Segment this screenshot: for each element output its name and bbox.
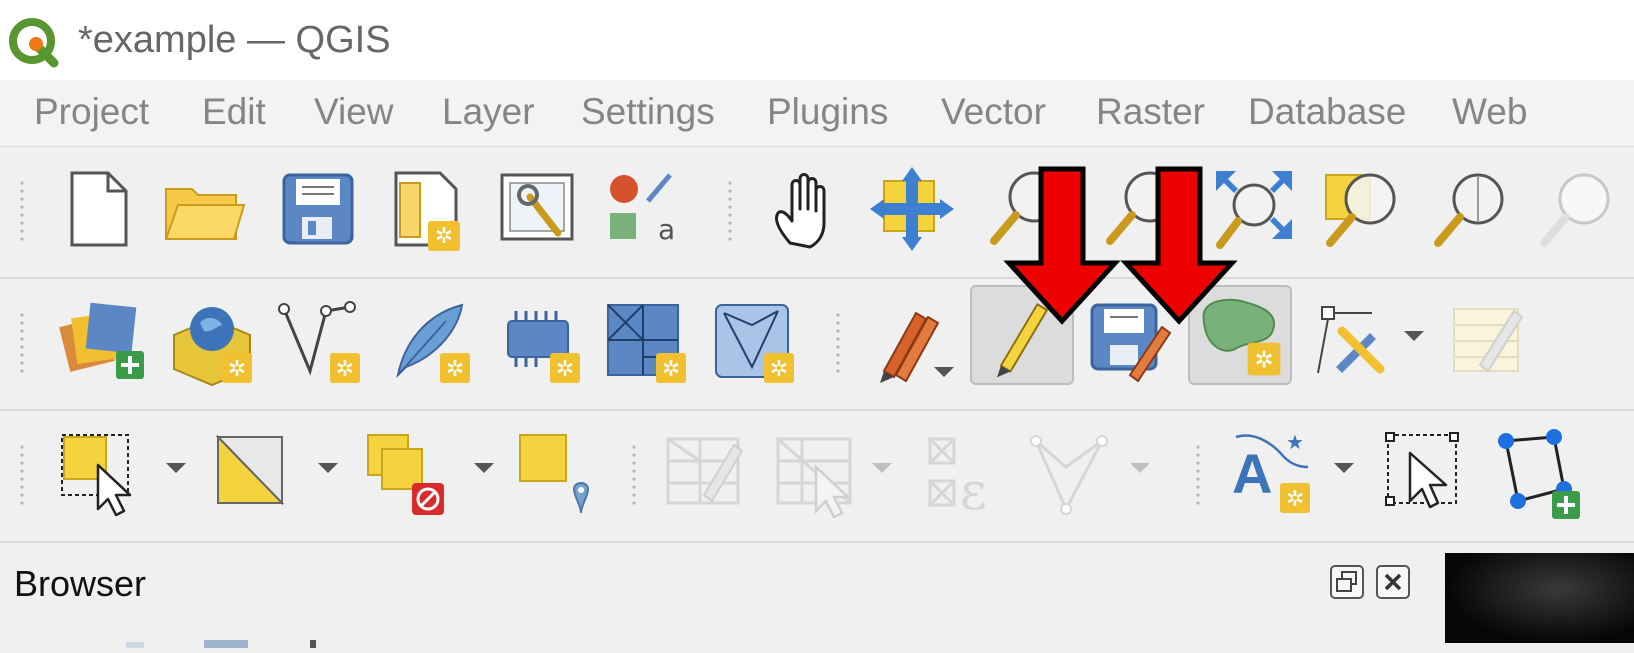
toolbar-grip[interactable] bbox=[18, 311, 26, 375]
new-shapefile-layer-icon[interactable]: ✲ bbox=[274, 295, 366, 387]
vertex-tool-icon[interactable] bbox=[1306, 295, 1398, 387]
svg-text:✲: ✲ bbox=[662, 357, 680, 382]
menu-edit[interactable]: Edit bbox=[202, 88, 266, 136]
qgis-logo-icon bbox=[9, 18, 59, 68]
current-edits-dropdown-caret[interactable] bbox=[934, 367, 954, 377]
menu-plugins[interactable]: Plugins bbox=[767, 88, 888, 136]
dock-title: Browser bbox=[14, 563, 147, 604]
menu-layer[interactable]: Layer bbox=[442, 88, 535, 136]
select-pin-icon[interactable] bbox=[1380, 427, 1472, 519]
zoom-full-icon[interactable] bbox=[1208, 163, 1300, 255]
menu-bar: Project Edit View Layer Settings Plugins… bbox=[0, 80, 1634, 147]
toolbar-grip[interactable] bbox=[1194, 443, 1202, 507]
select-by-expression-icon[interactable] bbox=[206, 427, 298, 519]
node-tool-icon[interactable] bbox=[1488, 427, 1634, 519]
dock-float-button[interactable] bbox=[1330, 565, 1364, 599]
menu-project[interactable]: Project bbox=[34, 88, 149, 136]
save-project-icon[interactable] bbox=[272, 163, 364, 255]
toolbar-grip[interactable] bbox=[18, 179, 26, 243]
toolbar-grip[interactable] bbox=[18, 443, 26, 507]
svg-text:✲: ✲ bbox=[228, 357, 246, 382]
layout-manager-icon[interactable] bbox=[492, 163, 584, 255]
toolbar-grip[interactable] bbox=[834, 311, 842, 375]
pan-map-icon[interactable] bbox=[760, 163, 852, 255]
new-project-icon[interactable] bbox=[52, 163, 144, 255]
svg-text:✲: ✲ bbox=[770, 357, 788, 382]
title-bar: *example — QGIS bbox=[0, 0, 1634, 80]
menu-web[interactable]: Web bbox=[1452, 88, 1527, 136]
modify-attributes-icon[interactable] bbox=[1440, 295, 1532, 387]
svg-text:a: a bbox=[658, 213, 675, 246]
new-geopackage-layer-icon[interactable]: ✲ bbox=[166, 295, 258, 387]
new-mesh-layer-icon[interactable]: ✲ bbox=[708, 295, 800, 387]
vertex-tool-dropdown-caret[interactable] bbox=[1404, 331, 1424, 341]
label-toolbar-icon[interactable]: A ★ ✲ bbox=[1226, 427, 1318, 519]
save-layer-edits-icon[interactable] bbox=[1084, 293, 1176, 385]
svg-text:ε: ε bbox=[960, 462, 987, 519]
label-toolbar-dropdown-caret[interactable] bbox=[1334, 463, 1354, 473]
svg-text:✲: ✲ bbox=[446, 357, 464, 382]
toolbar-grip[interactable] bbox=[630, 443, 638, 507]
menu-view[interactable]: View bbox=[314, 88, 394, 136]
map-canvas-preview bbox=[1445, 553, 1634, 643]
zoom-in-icon[interactable] bbox=[980, 163, 1072, 255]
toolbar-datasource-digitizing: ✲ ✲ ✲ ✲ ✲ ✲ ✲ bbox=[0, 279, 1634, 411]
data-source-manager-icon[interactable] bbox=[58, 295, 150, 387]
svg-text:✲: ✲ bbox=[435, 224, 453, 249]
new-temporary-layer-icon[interactable]: ✲ bbox=[600, 295, 692, 387]
zoom-out-icon[interactable] bbox=[1096, 163, 1188, 255]
deselect-features-dropdown-caret[interactable] bbox=[474, 463, 494, 473]
identify-features-icon[interactable] bbox=[1026, 427, 1118, 519]
menu-settings[interactable]: Settings bbox=[581, 88, 715, 136]
browser-tree-partial bbox=[120, 635, 320, 648]
menu-vector[interactable]: Vector bbox=[941, 88, 1046, 136]
svg-text:✲: ✲ bbox=[1254, 348, 1273, 374]
toolbar-grip[interactable] bbox=[726, 179, 734, 243]
menu-database[interactable]: Database bbox=[1248, 88, 1406, 136]
toolbar-project-navigation: ✲ a bbox=[0, 147, 1634, 279]
identify-features-dropdown-caret[interactable] bbox=[1130, 463, 1150, 473]
deselect-features-icon[interactable] bbox=[362, 427, 454, 519]
zoom-to-layer-icon[interactable] bbox=[1424, 163, 1516, 255]
svg-text:✲: ✲ bbox=[336, 357, 354, 382]
new-print-layout-icon[interactable]: ✲ bbox=[382, 163, 474, 255]
open-attribute-table-icon[interactable] bbox=[660, 427, 752, 519]
new-virtual-layer-icon[interactable]: ✲ bbox=[494, 295, 586, 387]
field-calculator-dropdown-caret[interactable] bbox=[872, 463, 892, 473]
svg-text:A: A bbox=[1232, 442, 1272, 505]
select-by-expression-dropdown-caret[interactable] bbox=[318, 463, 338, 473]
pan-to-selection-icon[interactable] bbox=[866, 163, 958, 255]
new-spatialite-layer-icon[interactable]: ✲ bbox=[384, 295, 476, 387]
select-features-icon[interactable] bbox=[54, 427, 146, 519]
toggle-editing-icon[interactable] bbox=[970, 285, 1074, 385]
select-by-location-icon[interactable] bbox=[512, 427, 604, 519]
style-manager-icon[interactable]: a bbox=[600, 163, 692, 255]
menu-raster[interactable]: Raster bbox=[1096, 88, 1205, 136]
browser-dock: Browser bbox=[0, 543, 1634, 648]
select-features-dropdown-caret[interactable] bbox=[166, 463, 186, 473]
statistical-summary-icon[interactable]: ε bbox=[920, 427, 1012, 519]
toolbar-selection: ε A ★ ✲ bbox=[0, 411, 1634, 543]
dock-close-button[interactable] bbox=[1376, 565, 1410, 599]
field-calculator-icon[interactable] bbox=[772, 427, 864, 519]
digitize-polygon-icon[interactable]: ✲ bbox=[1188, 285, 1292, 385]
svg-text:★: ★ bbox=[1286, 430, 1304, 454]
zoom-native-icon[interactable] bbox=[1530, 163, 1634, 255]
open-project-icon[interactable] bbox=[158, 163, 250, 255]
svg-text:✲: ✲ bbox=[556, 357, 574, 382]
zoom-to-selection-icon[interactable] bbox=[1316, 163, 1408, 255]
svg-text:✲: ✲ bbox=[1286, 487, 1304, 512]
window-title: *example — QGIS bbox=[78, 19, 391, 61]
